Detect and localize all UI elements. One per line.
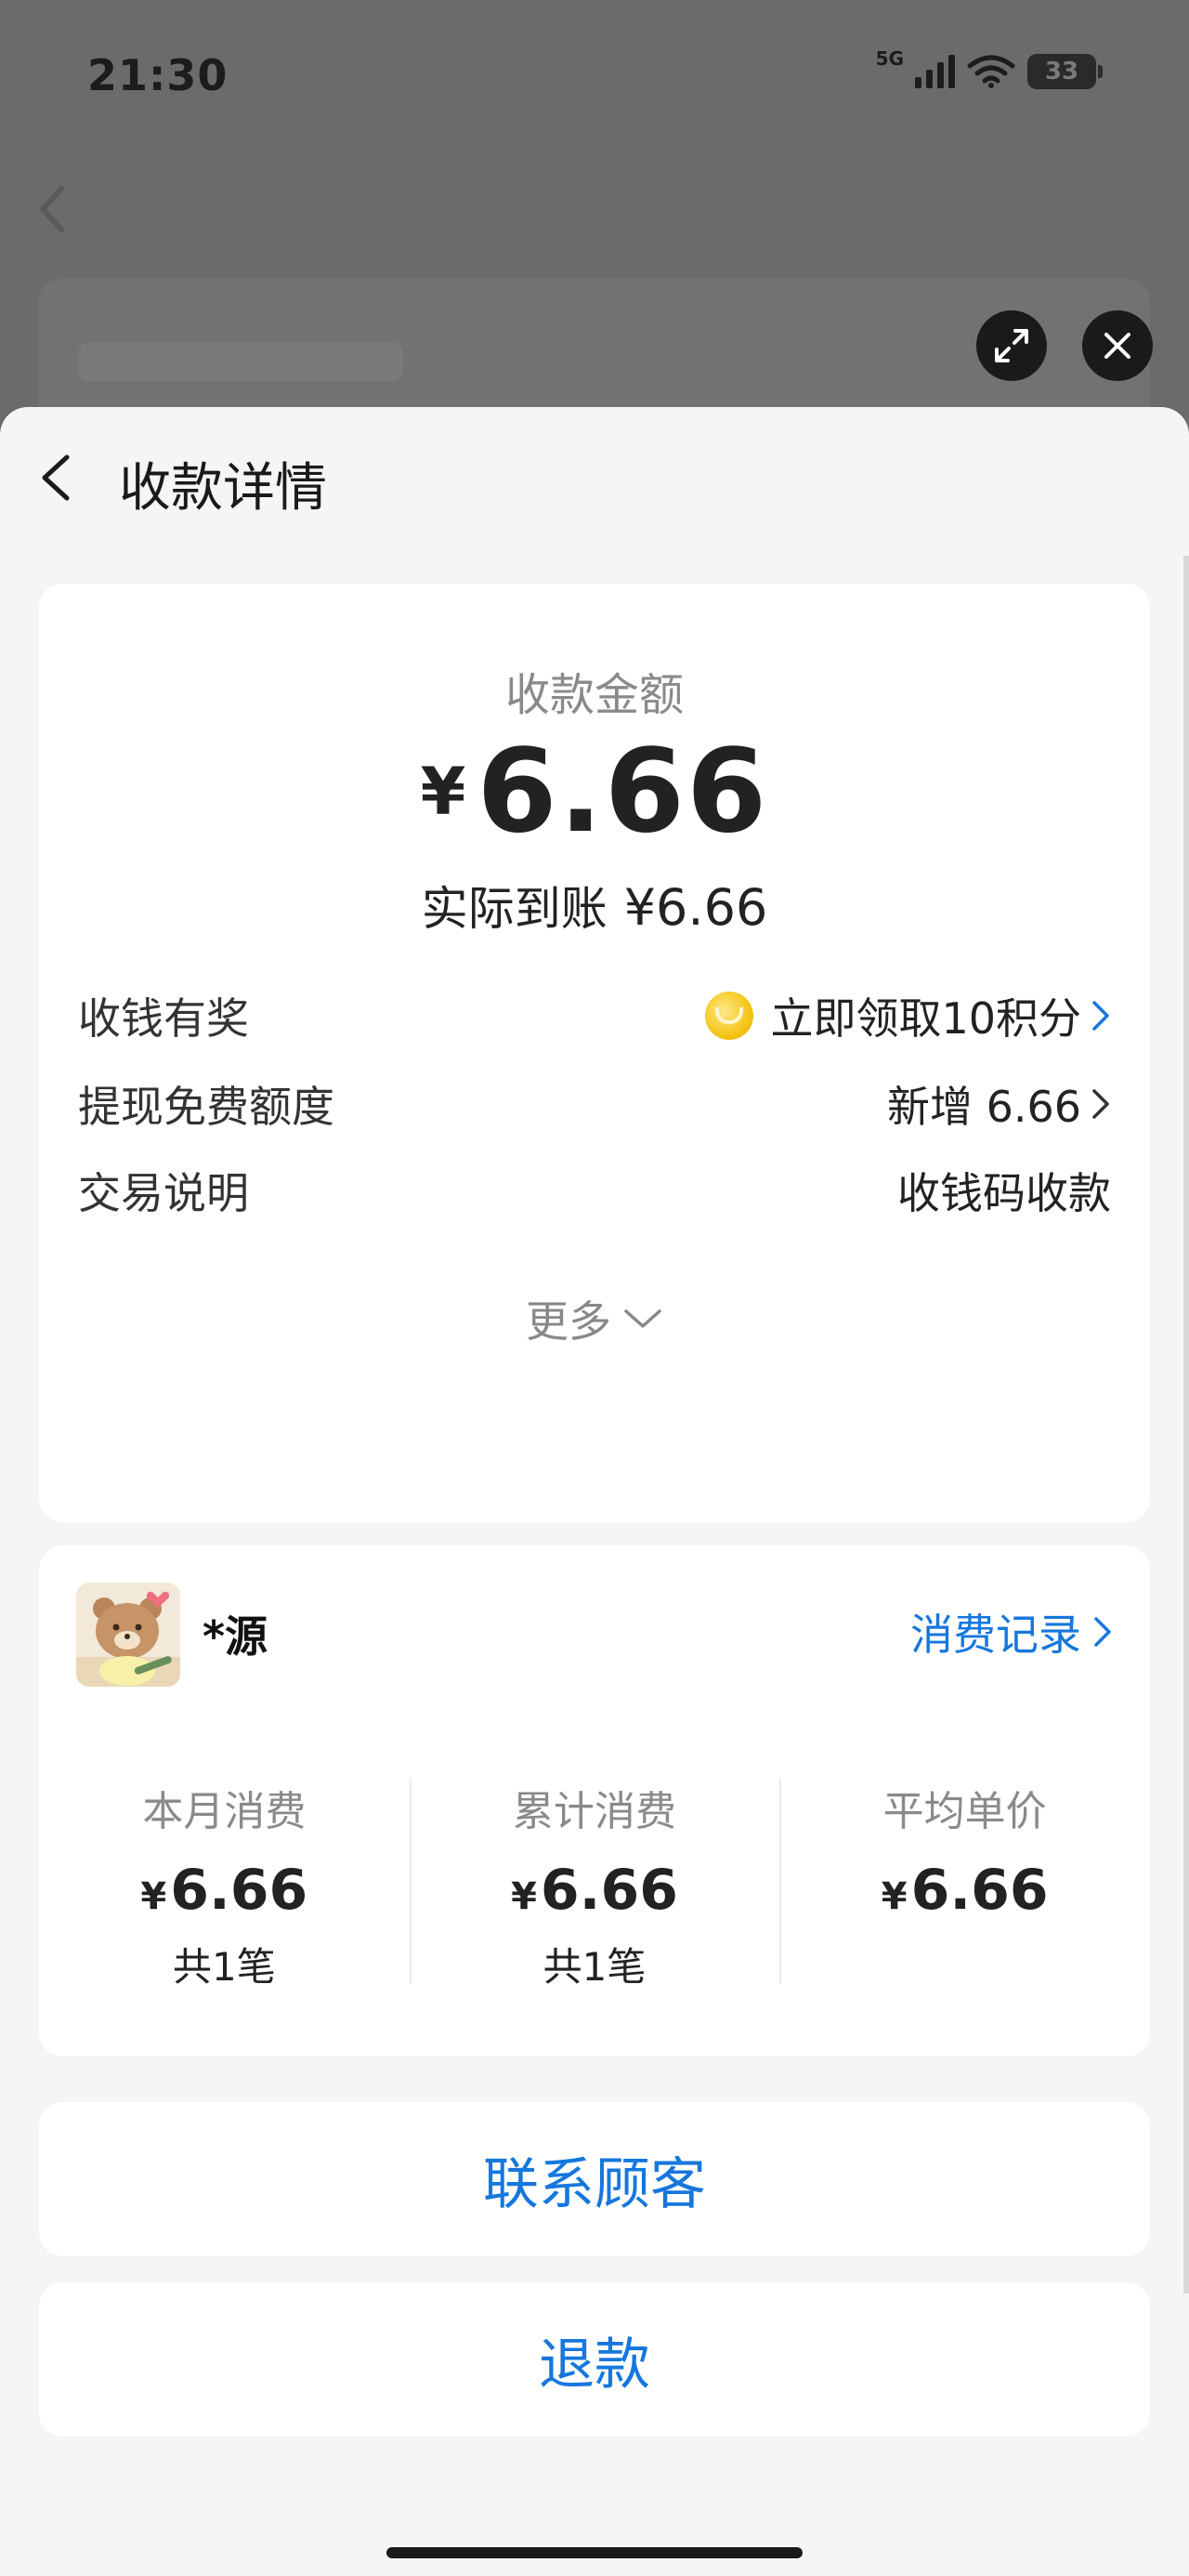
consumption-stats: 本月消费 ¥6.66 共1笔 累计消费 ¥6.66 共1笔 平均单价 ¥6.66 <box>39 1778 1150 1991</box>
refund-button[interactable]: 退款 <box>39 2282 1150 2437</box>
back-icon[interactable] <box>33 450 80 506</box>
amount-card: 收款金额 ¥6.66 实际到账 ¥6.66 收钱有奖 立即领取10积分 提现免费额… <box>39 584 1150 1522</box>
sheet-header: 收款详情 <box>0 407 1189 546</box>
chevron-right-icon <box>1092 1001 1109 1031</box>
avatar <box>76 1583 180 1687</box>
stat-average: 平均单价 ¥6.66 <box>779 1778 1150 1991</box>
stat-amount: 6.66 <box>170 1858 308 1923</box>
quota-link[interactable]: 新增 6.66 <box>887 1073 1111 1135</box>
system-icons: 5G 33 <box>876 47 1103 89</box>
stat-value: ¥6.66 <box>39 1858 410 1923</box>
expand-icon <box>995 329 1028 362</box>
consumption-records-link[interactable]: 消费记录 <box>910 1601 1113 1663</box>
expand-button[interactable] <box>976 310 1047 381</box>
stat-currency: ¥ <box>511 1875 537 1918</box>
home-indicator[interactable] <box>386 2547 803 2558</box>
close-button[interactable] <box>1082 310 1153 381</box>
battery-icon: 33 <box>1027 54 1103 89</box>
withdraw-quota-row[interactable]: 提现免费额度 新增 6.66 <box>78 1071 1111 1137</box>
stat-total: 累计消费 ¥6.66 共1笔 <box>409 1778 780 1991</box>
description-value: 收钱码收款 <box>897 1168 1111 1218</box>
actual-amount: ¥6.66 <box>623 878 768 937</box>
chevron-right-icon <box>1094 1617 1111 1647</box>
quota-value: 新增 6.66 <box>886 1082 1081 1132</box>
transaction-description-row: 交易说明 收钱码收款 <box>78 1158 1111 1223</box>
customer-name: *源 <box>203 1611 268 1662</box>
bear-avatar-image <box>76 1583 180 1687</box>
stat-label: 平均单价 <box>882 1788 1047 1835</box>
stat-value: ¥6.66 <box>779 1858 1150 1923</box>
stat-label: 累计消费 <box>513 1788 676 1835</box>
coin-icon <box>705 992 754 1040</box>
description-label: 交易说明 <box>78 1168 249 1218</box>
reward-link[interactable]: 立即领取10积分 <box>705 985 1111 1046</box>
receipt-details-sheet: 收款详情 收款金额 ¥6.66 实际到账 ¥6.66 收钱有奖 立即领取10积分 … <box>0 407 1189 2576</box>
close-icon <box>1104 333 1130 359</box>
contact-customer-button[interactable]: 联系顾客 <box>39 2102 1150 2256</box>
background-placeholder <box>78 342 403 381</box>
currency-symbol: ¥ <box>420 754 466 830</box>
chevron-right-icon <box>1092 1089 1109 1119</box>
stat-currency: ¥ <box>881 1875 908 1918</box>
records-label: 消费记录 <box>910 1610 1081 1660</box>
signal-icon <box>915 55 955 88</box>
quota-label: 提现免费额度 <box>78 1082 334 1132</box>
stat-count: 共1笔 <box>172 1944 276 1990</box>
amount-label: 收款金额 <box>504 669 684 721</box>
amount-number: 6.66 <box>477 725 769 859</box>
stat-amount: 6.66 <box>540 1858 678 1923</box>
status-bar: 21:30 5G 33 <box>0 0 1189 158</box>
stat-value: ¥6.66 <box>410 1858 780 1923</box>
stat-amount: 6.66 <box>910 1858 1049 1923</box>
stat-label: 本月消费 <box>142 1788 307 1835</box>
more-button[interactable]: 更多 <box>39 1288 1150 1349</box>
stat-currency: ¥ <box>140 1875 167 1918</box>
reward-row[interactable]: 收钱有奖 立即领取10积分 <box>78 983 1111 1048</box>
amount-value: ¥6.66 <box>39 725 1150 859</box>
wifi-icon <box>967 55 1015 88</box>
stat-monthly: 本月消费 ¥6.66 共1笔 <box>39 1778 410 1991</box>
stat-count: 共1笔 <box>542 1944 647 1990</box>
status-time: 21:30 <box>87 50 229 100</box>
actual-label: 实际到账 <box>421 882 608 936</box>
scrollbar[interactable] <box>1183 556 1189 2293</box>
actual-received: 实际到账 ¥6.66 <box>39 872 1150 939</box>
reward-label: 收钱有奖 <box>78 993 249 1044</box>
reward-value: 立即领取10积分 <box>770 993 1081 1044</box>
network-type: 5G <box>875 47 904 70</box>
more-label: 更多 <box>526 1296 611 1347</box>
background-back-icon <box>40 186 64 232</box>
page-title: 收款详情 <box>119 458 327 519</box>
customer-card: *源 消费记录 本月消费 ¥6.66 共1笔 累计消费 ¥6.66 共1笔 平均… <box>39 1545 1150 2057</box>
battery-level: 33 <box>1044 58 1079 85</box>
chevron-down-icon <box>624 1309 661 1328</box>
